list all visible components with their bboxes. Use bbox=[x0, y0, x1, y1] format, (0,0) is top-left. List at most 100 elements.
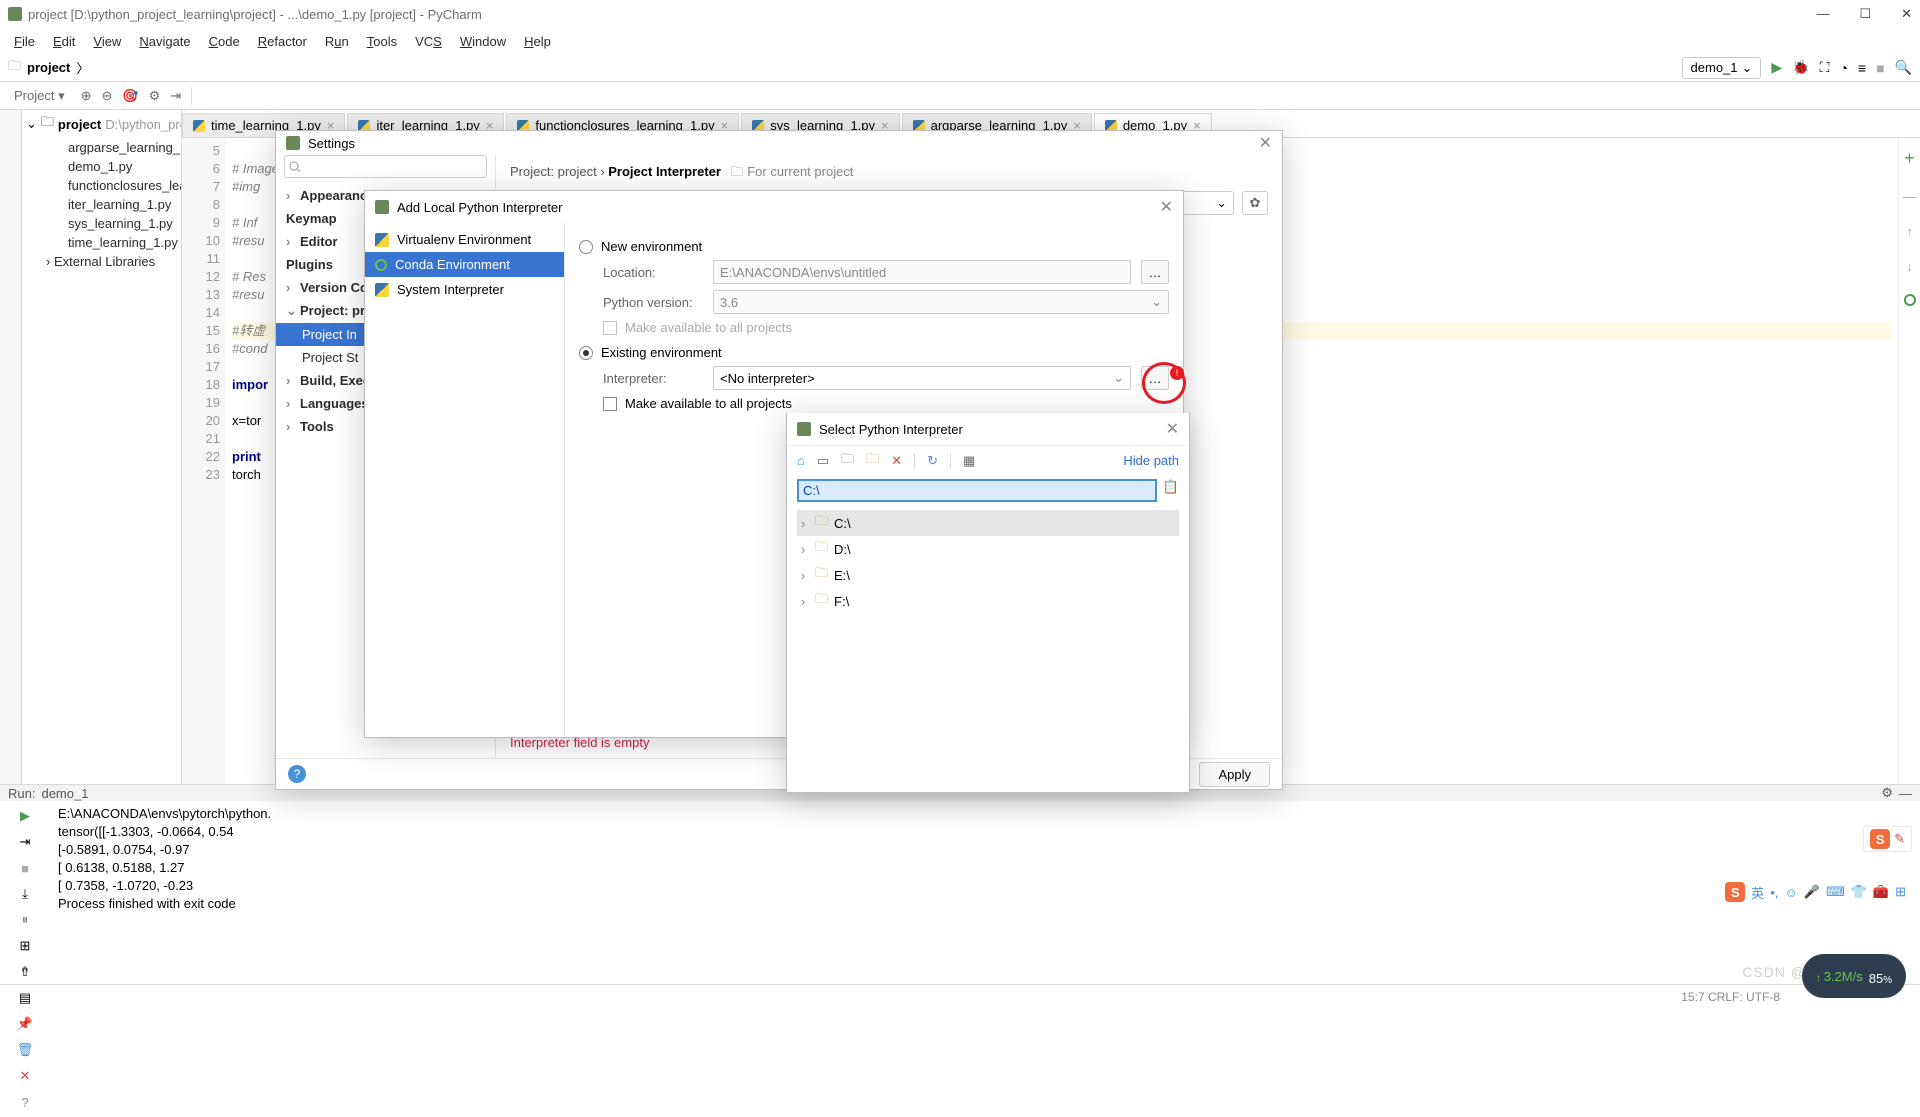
radio-existing-env[interactable] bbox=[579, 346, 593, 360]
home-icon[interactable]: ⌂ bbox=[797, 453, 805, 468]
settings-icon[interactable]: ⚙ bbox=[149, 88, 161, 104]
stop-icon[interactable]: ■ bbox=[16, 859, 34, 877]
history-icon[interactable]: 📋 bbox=[1163, 479, 1179, 502]
breadcrumb[interactable]: project bbox=[27, 60, 70, 75]
env-conda[interactable]: Conda Environment bbox=[365, 252, 564, 277]
debug-icon[interactable]: 🐞 bbox=[1792, 59, 1809, 76]
hide-icon[interactable]: ⇥ bbox=[170, 88, 181, 104]
search-icon[interactable]: 🔍 bbox=[1895, 59, 1912, 76]
ime-indicator[interactable]: S✎ bbox=[1863, 826, 1912, 852]
location-input[interactable]: E:\ANACONDA\envs\untitled bbox=[713, 260, 1131, 284]
close-icon[interactable]: ✕ bbox=[1160, 197, 1173, 217]
pin-icon[interactable]: 📌 bbox=[16, 1015, 34, 1033]
ime-face-icon[interactable]: ☺ bbox=[1784, 885, 1797, 900]
project-icon[interactable]: 🗀 bbox=[841, 450, 854, 472]
drive-tree[interactable]: ›🗀C:\ ›🗀D:\ ›🗀E:\ ›🗀F:\ bbox=[787, 506, 1189, 792]
run-output[interactable]: E:\ANACONDA\envs\pytorch\python.tensor([… bbox=[50, 801, 1920, 1117]
ime-grid-icon[interactable]: ⊞ bbox=[1895, 884, 1906, 900]
drive-row[interactable]: ›🗀E:\ bbox=[797, 562, 1179, 588]
drive-row[interactable]: ›🗀D:\ bbox=[797, 536, 1179, 562]
expand-icon[interactable]: ⊕ bbox=[81, 88, 92, 104]
settings-search[interactable] bbox=[284, 155, 487, 178]
hide-path-link[interactable]: Hide path bbox=[1123, 453, 1179, 468]
menu-help[interactable]: Help bbox=[516, 32, 559, 51]
project-tree[interactable]: ⌄ 🗀 project D:\python_pro argparse_learn… bbox=[22, 110, 182, 784]
drive-row[interactable]: ›🗀F:\ bbox=[797, 588, 1179, 614]
project-dropdown[interactable]: Project ▾ bbox=[8, 86, 71, 106]
tree-file[interactable]: time_learning_1.py bbox=[22, 233, 181, 252]
down-icon[interactable]: ⤓ bbox=[16, 885, 34, 903]
refresh-icon[interactable]: ↻ bbox=[927, 453, 938, 469]
locate-icon[interactable]: 🎯 bbox=[122, 88, 138, 104]
pyver-select[interactable]: 3.6⌄ bbox=[713, 290, 1169, 314]
ime-toolbar[interactable]: S 英 •, ☺ 🎤 ⌨ 👕 🧰 ⊞ bbox=[1719, 880, 1912, 904]
env-system[interactable]: System Interpreter bbox=[365, 277, 564, 302]
help-icon[interactable]: ? bbox=[288, 765, 306, 783]
rerun-icon[interactable]: ▶ bbox=[16, 807, 34, 825]
menu-edit[interactable]: Edit bbox=[45, 32, 83, 51]
menu-vcs[interactable]: VCS bbox=[407, 32, 450, 51]
ime-mic-icon[interactable]: 🎤 bbox=[1804, 884, 1820, 900]
browse-button[interactable]: … bbox=[1141, 260, 1169, 284]
menu-file[interactable]: File bbox=[6, 32, 43, 51]
tree-file[interactable]: functionclosures_lea bbox=[22, 176, 181, 195]
drive-row[interactable]: ›🗀C:\ bbox=[797, 510, 1179, 536]
add-icon[interactable]: + bbox=[1904, 148, 1915, 169]
new-env-radio-row[interactable]: New environment bbox=[579, 239, 1169, 254]
coverage-icon[interactable]: ⛶ bbox=[1820, 59, 1830, 76]
external-libraries[interactable]: › External Libraries bbox=[22, 252, 181, 271]
env-virtualenv[interactable]: Virtualenv Environment bbox=[365, 227, 564, 252]
project-root[interactable]: ⌄ 🗀 project D:\python_pro bbox=[22, 110, 181, 138]
tree-file[interactable]: demo_1.py bbox=[22, 157, 181, 176]
left-gutter-toolwindow[interactable] bbox=[0, 110, 22, 784]
close-icon[interactable]: ✕ bbox=[16, 1067, 34, 1085]
stop-icon[interactable]: ■ bbox=[1876, 60, 1884, 76]
menu-navigate[interactable]: Navigate bbox=[131, 32, 198, 51]
pause-icon[interactable]: ⏸ bbox=[16, 911, 34, 929]
ime-skin-icon[interactable]: 👕 bbox=[1851, 884, 1867, 900]
trash-icon[interactable]: 🗑 bbox=[16, 1041, 34, 1059]
menu-view[interactable]: View bbox=[85, 32, 129, 51]
env-type-list[interactable]: Virtualenv Environment Conda Environment… bbox=[365, 223, 565, 737]
menu-refactor[interactable]: Refactor bbox=[250, 32, 315, 51]
close-icon[interactable]: ✕ bbox=[1901, 6, 1912, 22]
show-hidden-icon[interactable]: ▦ bbox=[963, 453, 975, 469]
browse-interpreter-button[interactable]: … bbox=[1141, 366, 1169, 390]
close-icon[interactable]: ✕ bbox=[1259, 133, 1272, 153]
minimize-icon[interactable]: — bbox=[1816, 6, 1829, 22]
run-config-selector[interactable]: demo_1 ⌄ bbox=[1682, 57, 1762, 79]
filter-icon[interactable]: ▤ bbox=[16, 989, 34, 1007]
up-icon[interactable]: ↑ bbox=[1906, 224, 1913, 239]
layout-icon[interactable]: ⊞ bbox=[16, 937, 34, 955]
ime-opt-icon[interactable]: •, bbox=[1770, 885, 1778, 900]
run-icon[interactable]: ▶ bbox=[1771, 59, 1782, 76]
step-icon[interactable]: ⇥ bbox=[16, 833, 34, 851]
minus-icon[interactable]: — bbox=[1903, 189, 1916, 204]
attach-icon[interactable]: ≡ bbox=[1858, 60, 1866, 76]
close-icon[interactable]: ✕ bbox=[1166, 419, 1179, 439]
collapse-icon[interactable]: ⊖ bbox=[102, 88, 113, 104]
existing-env-radio-row[interactable]: Existing environment bbox=[579, 345, 1169, 360]
make-available-checkbox[interactable] bbox=[603, 397, 617, 411]
desktop-icon[interactable]: ▭ bbox=[817, 453, 829, 469]
profile-icon[interactable]: ◔ bbox=[1839, 60, 1847, 76]
tree-file[interactable]: sys_learning_1.py bbox=[22, 214, 181, 233]
new-folder-icon[interactable]: 🗀 bbox=[866, 450, 879, 472]
down-icon[interactable]: ↓ bbox=[1906, 259, 1913, 274]
gear-icon[interactable]: ✿ bbox=[1242, 191, 1268, 215]
menu-code[interactable]: Code bbox=[201, 32, 248, 51]
minimize-icon[interactable]: — bbox=[1899, 786, 1912, 801]
menu-window[interactable]: Window bbox=[452, 32, 514, 51]
interpreter-select[interactable]: <No interpreter>⌄ bbox=[713, 366, 1131, 390]
maximize-icon[interactable]: ☐ bbox=[1859, 6, 1871, 22]
menu-run[interactable]: Run bbox=[317, 32, 357, 51]
apply-button[interactable]: Apply bbox=[1199, 762, 1270, 787]
tree-file[interactable]: iter_learning_1.py bbox=[22, 195, 181, 214]
gear-icon[interactable]: ⚙ bbox=[1881, 785, 1893, 801]
menu-tools[interactable]: Tools bbox=[359, 32, 405, 51]
tree-file[interactable]: argparse_learning_1 bbox=[22, 138, 181, 157]
radio-new-env[interactable] bbox=[579, 240, 593, 254]
path-input[interactable] bbox=[797, 479, 1157, 502]
ime-tool-icon[interactable]: 🧰 bbox=[1873, 884, 1889, 900]
search-input[interactable] bbox=[284, 155, 487, 178]
